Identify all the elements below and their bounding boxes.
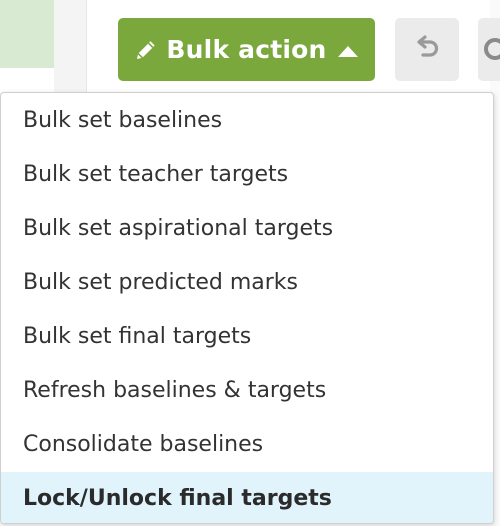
menu-item-bulk-set-predicted-marks[interactable]: Bulk set predicted marks [1,256,493,310]
menu-item-bulk-set-teacher-targets[interactable]: Bulk set teacher targets [1,148,493,202]
undo-button[interactable] [395,18,459,81]
pencil-icon [134,38,158,62]
divider [86,0,87,92]
menu-item-refresh-baselines-targets[interactable]: Refresh baselines & targets [1,364,493,418]
background-panel [0,0,54,68]
page: Bulk action Bulk set baselines Bulk set … [0,0,500,526]
menu-item-lock-unlock-final-targets[interactable]: Lock/Unlock final targets [1,472,493,523]
bulk-action-button[interactable]: Bulk action [118,18,375,81]
menu-item-bulk-set-baselines[interactable]: Bulk set baselines [1,94,493,148]
menu-item-bulk-set-final-targets[interactable]: Bulk set final targets [1,310,493,364]
menu-item-consolidate-baselines[interactable]: Consolidate baselines [1,418,493,472]
background-column [54,0,86,92]
circle-icon [484,38,500,60]
caret-up-icon [337,43,359,57]
bulk-action-label: Bulk action [166,35,327,64]
undo-icon [412,33,442,67]
menu-item-bulk-set-aspirational-targets[interactable]: Bulk set aspirational targets [1,202,493,256]
next-toolbar-button[interactable] [478,18,500,81]
bulk-action-dropdown: Bulk set baselines Bulk set teacher targ… [0,92,494,524]
